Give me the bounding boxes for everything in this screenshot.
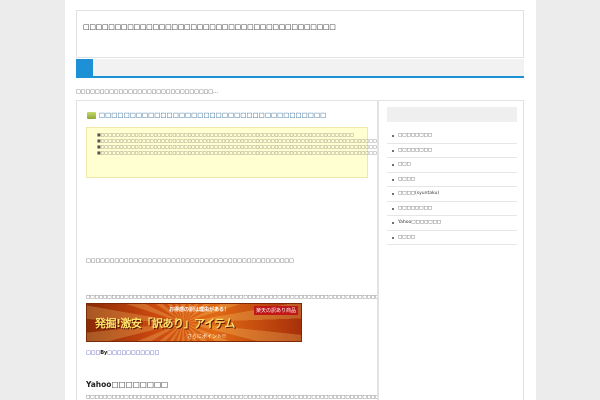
sidebar-item[interactable]: □□□□ — [387, 173, 517, 187]
promo-banner[interactable]: お得感の訳は理由がある！ 楽天の訳あり商品 発掘!激安「訳あり」アイテム さらに… — [86, 303, 302, 342]
sidebar-item[interactable]: □□□□□□□□ — [387, 129, 517, 144]
sidebar-item[interactable]: □□□ — [387, 158, 517, 173]
folder-icon — [87, 111, 96, 119]
by-line: □□□By□□□□□□□□□□□ — [86, 350, 159, 356]
banner-top-text: お得感の訳は理由がある！ — [169, 307, 230, 313]
banner-sub-text: さらにポイント!! — [187, 334, 227, 340]
site-tagline: □□□□□□□□□□□□□□□□□□□□□□□□□□□□□… — [76, 89, 218, 95]
sidebar-item-label[interactable]: □□□□ — [398, 177, 415, 182]
sidebar-item[interactable]: □□□□ — [387, 231, 517, 245]
sidebar: □□□□□□□□ □□□□□□□□ □□□ □□□□ □□□□(syuntaku… — [378, 100, 524, 400]
sidebar-item[interactable]: Yahoo□□□□□□□ — [387, 216, 517, 231]
banner-corner-badge: 楽天の訳あり商品 — [253, 306, 298, 315]
site-header: □□□□□□□□□□□□□□□□□□□□□□□□□□□□□□□□□□□□□□□□ — [76, 10, 524, 58]
post-paragraph: □□□□□□□□□□□□□□□□□□□□□□□□□□□□□□□□□□□□□□□□… — [86, 395, 377, 400]
by-prefix[interactable]: □□□ — [86, 350, 100, 356]
sidebar-item-label[interactable]: □□□□□□□□ — [398, 148, 432, 153]
notice-line: ■□□□□□□□□□□□□□□□□□□□□□□□□□□□□□□□□□□□□□□□… — [97, 150, 378, 155]
nav-bar — [76, 59, 524, 78]
main-content: □□□□□□□□□□□□□□□□□□□□□□□□□□□□□□□□□□□□□ ■□… — [76, 100, 378, 400]
notice-line: ■□□□□□□□□□□□□□□□□□□□□□□□□□□□□□□□□□□□□□□□… — [97, 138, 377, 143]
sidebar-item-label[interactable]: □□□□ — [398, 235, 415, 240]
post-title-text[interactable]: □□□□□□□□□□□□□□□□□□□□□□□□□□□□□□□□□□□□□ — [99, 111, 326, 119]
site-title[interactable]: □□□□□□□□□□□□□□□□□□□□□□□□□□□□□□□□□□□□□□□□ — [83, 23, 336, 31]
sidebar-item-label[interactable]: Yahoo□□□□□□□ — [398, 220, 441, 225]
banner-main-text: 発掘!激安「訳あり」アイテム — [95, 317, 235, 330]
notice-line: ■□□□□□□□□□□□□□□□□□□□□□□□□□□□□□□□□□□□□□□□… — [97, 132, 354, 137]
sidebar-item-label[interactable]: □□□□□□□□ — [398, 133, 432, 138]
section-heading: Yahoo□□□□□□□□ — [86, 380, 169, 389]
notice-box: ■□□□□□□□□□□□□□□□□□□□□□□□□□□□□□□□□□□□□□□□… — [86, 127, 377, 178]
sidebar-heading — [387, 107, 517, 122]
by-link[interactable]: □□□□□□□□□□□ — [107, 350, 159, 356]
sidebar-item[interactable]: □□□□(syuntaku) — [387, 187, 517, 202]
sidebar-item-label[interactable]: □□□□□□□□ — [398, 206, 432, 211]
post-title[interactable]: □□□□□□□□□□□□□□□□□□□□□□□□□□□□□□□□□□□□□ — [87, 111, 326, 119]
sidebar-item-label[interactable]: □□□ — [398, 162, 411, 167]
post-paragraph: □□□□□□□□□□□□□□□□□□□□□□□□□□□□□□□□□□□□□□□□… — [86, 258, 294, 264]
nav-home-button[interactable] — [76, 59, 93, 78]
sidebar-item-label[interactable]: □□□□(syuntaku) — [398, 191, 439, 196]
sidebar-item[interactable]: □□□□□□□□ — [387, 202, 517, 216]
post-paragraph: □□□□□□□□□□□□□□□□□□□□□□□□□□□□□□□□□□□□□□□□… — [86, 295, 377, 300]
notice-line: ■□□□□□□□□□□□□□□□□□□□□□□□□□□□□□□□□□□□□□□□… — [97, 144, 378, 149]
sidebar-list: □□□□□□□□ □□□□□□□□ □□□ □□□□ □□□□(syuntaku… — [387, 129, 517, 245]
sidebar-item[interactable]: □□□□□□□□ — [387, 144, 517, 158]
